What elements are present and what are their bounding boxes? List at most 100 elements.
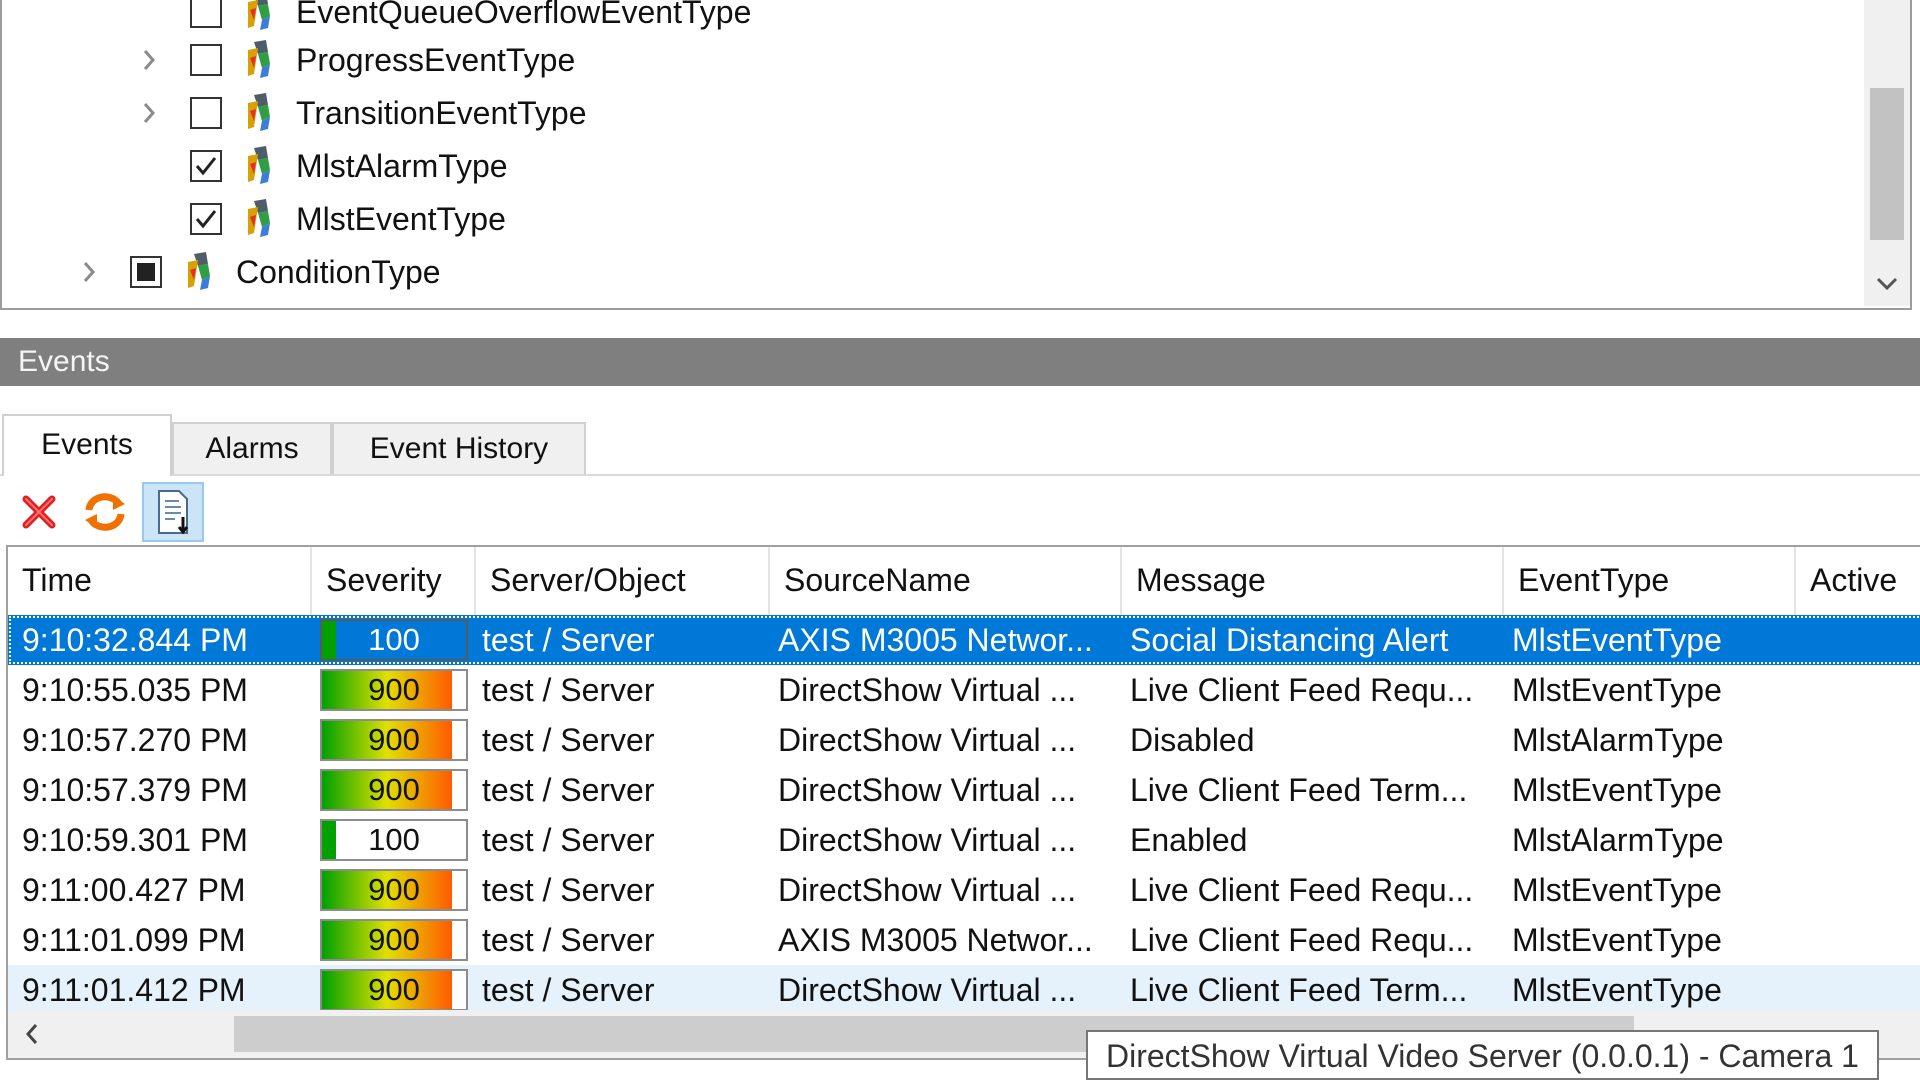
severity-bar: 900 bbox=[320, 769, 468, 811]
tree-item-label: MlstEventType bbox=[296, 201, 506, 237]
cell-message: Live Client Feed Requ... bbox=[1130, 672, 1474, 708]
tree-item-progresseventtype[interactable]: ProgressEventType bbox=[2, 36, 1862, 84]
column-header-time[interactable]: Time bbox=[8, 547, 312, 615]
event-row[interactable]: 9:10:55.035 PM test / Server DirectShow Vi… bbox=[8, 665, 1920, 715]
severity-bar: 900 bbox=[320, 869, 468, 911]
severity-bar: 900 bbox=[320, 719, 468, 761]
event-row[interactable]: 9:10:59.301 PM test / Server DirectShow Vi… bbox=[8, 815, 1920, 865]
scroll-left-arrow-icon[interactable] bbox=[8, 1010, 56, 1058]
cell-active bbox=[1804, 865, 1920, 915]
tree-item-mlsteventtype[interactable]: MlstEventType bbox=[2, 195, 1862, 243]
event-row[interactable]: 9:11:00.427 PM test / Server DirectShow Vi… bbox=[8, 865, 1920, 915]
cell-source-name: DirectShow Virtual ... bbox=[778, 972, 1077, 1008]
refresh-button[interactable] bbox=[74, 482, 136, 542]
scroll-down-arrow-icon[interactable] bbox=[1864, 262, 1910, 306]
cell-event-type: MlstAlarmType bbox=[1512, 822, 1724, 858]
cell-server-object: test / Server bbox=[482, 972, 655, 1008]
tree-item-checkbox[interactable] bbox=[190, 44, 222, 76]
event-type-icon bbox=[240, 197, 278, 239]
tree-item-checkbox[interactable] bbox=[190, 150, 222, 182]
cell-event-type: MlstEventType bbox=[1512, 672, 1722, 708]
severity-value: 900 bbox=[368, 972, 420, 1007]
event-row[interactable]: 9:11:01.412 PM test / Server DirectShow Vi… bbox=[8, 965, 1920, 1015]
tree-item-checkbox[interactable] bbox=[190, 97, 222, 129]
event-type-icon bbox=[240, 38, 278, 80]
cell-active bbox=[1804, 615, 1920, 665]
column-header-server-object[interactable]: Server/Object bbox=[476, 547, 770, 615]
events-grid[interactable]: Time Severity Server/Object SourceName M… bbox=[6, 545, 1920, 1060]
tree-item-label: EventQueueOverflowEventType bbox=[296, 0, 752, 30]
clear-x-icon bbox=[22, 495, 56, 529]
severity-bar: 900 bbox=[320, 669, 468, 711]
cell-message: Enabled bbox=[1130, 822, 1248, 858]
cell-event-type: MlstEventType bbox=[1512, 972, 1722, 1008]
tree-item-checkbox[interactable] bbox=[190, 0, 222, 28]
column-header-message[interactable]: Message bbox=[1122, 547, 1504, 615]
column-header-source-name[interactable]: SourceName bbox=[770, 547, 1122, 615]
expand-chevron-icon[interactable] bbox=[134, 89, 164, 137]
severity-bar: 100 bbox=[320, 619, 468, 661]
events-tab-strip: Events Alarms Event History bbox=[0, 386, 1920, 476]
tab-alarms[interactable]: Alarms bbox=[172, 422, 332, 474]
expand-chevron-icon[interactable] bbox=[74, 248, 104, 296]
event-row[interactable]: 9:10:57.270 PM test / Server DirectShow Vi… bbox=[8, 715, 1920, 765]
event-type-icon bbox=[240, 0, 278, 32]
cell-active bbox=[1804, 765, 1920, 815]
autoscroll-toggle-button[interactable] bbox=[142, 482, 204, 542]
cell-message: Disabled bbox=[1130, 722, 1255, 758]
cell-time: 9:10:57.270 PM bbox=[22, 722, 248, 758]
tree-vertical-scrollbar[interactable] bbox=[1864, 0, 1910, 306]
events-toolbar bbox=[0, 476, 1920, 546]
cell-time: 9:11:01.099 PM bbox=[22, 922, 246, 958]
cell-time: 9:11:01.412 PM bbox=[22, 972, 246, 1008]
severity-value: 900 bbox=[368, 872, 420, 907]
severity-value: 900 bbox=[368, 772, 420, 807]
tree-item-label: MlstAlarmType bbox=[296, 148, 508, 184]
cell-message: Live Client Feed Term... bbox=[1130, 772, 1468, 808]
cell-source-name: DirectShow Virtual ... bbox=[778, 772, 1077, 808]
cell-message: Live Client Feed Term... bbox=[1130, 972, 1468, 1008]
autoscroll-document-icon bbox=[158, 490, 189, 535]
cell-event-type: MlstEventType bbox=[1512, 622, 1722, 658]
column-header-severity[interactable]: Severity bbox=[312, 547, 476, 615]
column-header-event-type[interactable]: EventType bbox=[1504, 547, 1796, 615]
event-row[interactable]: 9:10:57.379 PM test / Server DirectShow Vi… bbox=[8, 765, 1920, 815]
tree-item-mlstalarmtype[interactable]: MlstAlarmType bbox=[2, 142, 1862, 190]
tree-item-eventqueueoverfloweventtype[interactable]: EventQueueOverflowEventType bbox=[2, 0, 1862, 36]
cell-server-object: test / Server bbox=[482, 772, 655, 808]
cell-server-object: test / Server bbox=[482, 722, 655, 758]
tab-event-history[interactable]: Event History bbox=[332, 422, 586, 474]
event-type-tree[interactable]: EventQueueOverflowEventType ProgressEven… bbox=[0, 0, 1912, 310]
severity-bar: 900 bbox=[320, 969, 468, 1011]
expand-chevron-icon[interactable] bbox=[134, 36, 164, 84]
cell-server-object: test / Server bbox=[482, 872, 655, 908]
event-row[interactable]: 9:11:01.099 PM test / Server AXIS M3005 Ne… bbox=[8, 915, 1920, 965]
tree-item-checkbox[interactable] bbox=[130, 256, 162, 288]
tree-item-label: TransitionEventType bbox=[296, 95, 587, 131]
cell-time: 9:10:57.379 PM bbox=[22, 772, 248, 808]
clear-events-button[interactable] bbox=[8, 482, 70, 542]
cell-time: 9:11:00.427 PM bbox=[22, 872, 246, 908]
cell-source-name: DirectShow Virtual ... bbox=[778, 672, 1077, 708]
severity-bar: 100 bbox=[320, 819, 468, 861]
tree-item-conditiontype[interactable]: ConditionType bbox=[2, 248, 1862, 296]
cell-message: Live Client Feed Requ... bbox=[1130, 922, 1474, 958]
cell-event-type: MlstEventType bbox=[1512, 922, 1722, 958]
refresh-icon bbox=[85, 493, 125, 531]
cell-message: Social Distancing Alert bbox=[1130, 622, 1449, 658]
column-header-active[interactable]: Active bbox=[1796, 547, 1920, 615]
cell-active bbox=[1804, 715, 1920, 765]
severity-value: 100 bbox=[368, 622, 420, 657]
cell-event-type: MlstEventType bbox=[1512, 872, 1722, 908]
tree-item-transitioneventtype[interactable]: TransitionEventType bbox=[2, 89, 1862, 137]
tree-scroll-thumb[interactable] bbox=[1870, 88, 1904, 240]
severity-value: 100 bbox=[368, 822, 420, 857]
tree-item-checkbox[interactable] bbox=[190, 203, 222, 235]
cell-event-type: MlstEventType bbox=[1512, 772, 1722, 808]
event-row[interactable]: 9:10:32.844 PM test / Server AXIS M3005 Ne… bbox=[8, 615, 1920, 665]
cell-active bbox=[1804, 815, 1920, 865]
cell-source-name: AXIS M3005 Networ... bbox=[778, 622, 1093, 658]
severity-value: 900 bbox=[368, 672, 420, 707]
cell-active bbox=[1804, 915, 1920, 965]
tab-events[interactable]: Events bbox=[2, 414, 172, 476]
